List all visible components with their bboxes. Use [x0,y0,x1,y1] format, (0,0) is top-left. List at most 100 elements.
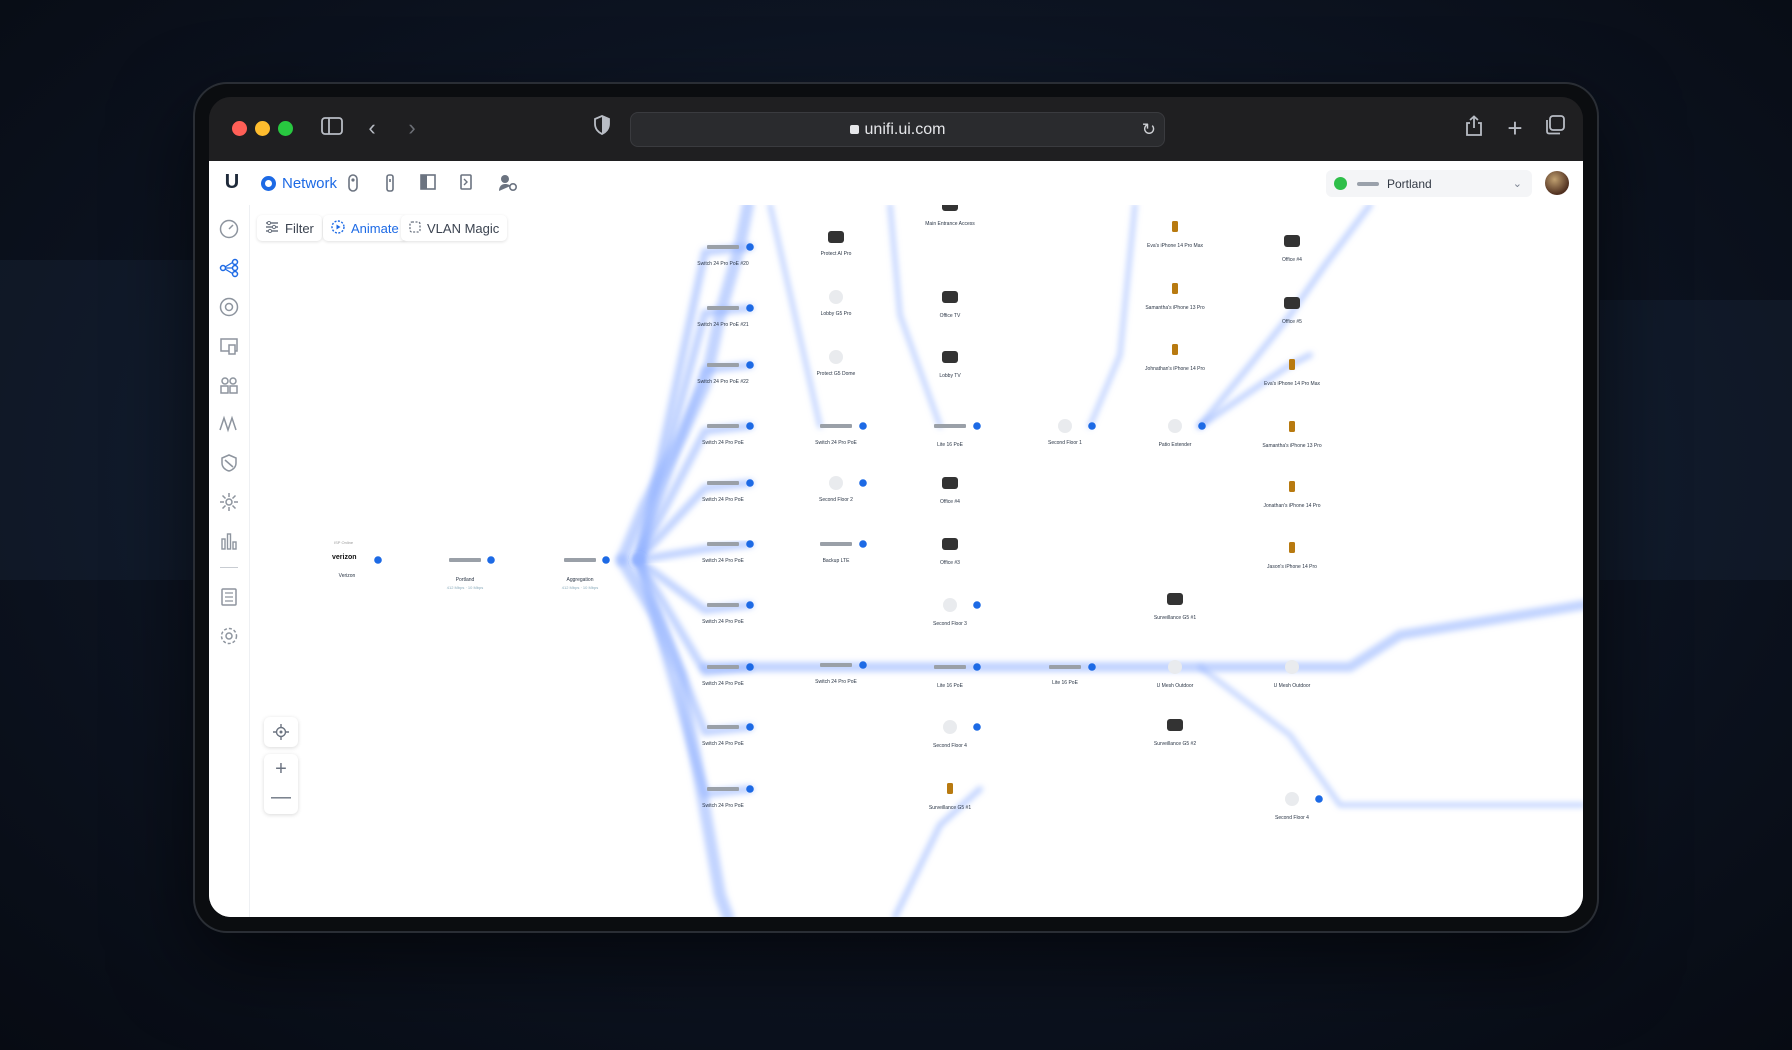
new-tab-icon[interactable]: + [1500,115,1530,141]
sidebar-toggle-icon[interactable] [317,115,347,141]
topology-link [616,554,734,917]
device-node[interactable] [707,603,739,607]
device-label: Protect AI Pro [820,251,852,257]
topology-canvas[interactable]: Verizon Portland 412 Mbps · 10 Mbps Aggrega… [250,205,1583,917]
device-node[interactable] [943,598,957,612]
tab-overview-icon[interactable] [1540,115,1570,141]
device-node[interactable] [1285,660,1299,674]
device-label: Switch 24 Pro PoE [702,440,744,446]
address-bar[interactable]: unifi.ui.com ↻ [630,112,1165,147]
port-dot [973,723,981,731]
device-node[interactable] [707,424,739,428]
device-node[interactable] [707,787,739,791]
topology-icon[interactable] [219,258,239,278]
device-node[interactable] [943,720,957,734]
device-node[interactable] [828,231,844,243]
vlan-magic-button[interactable]: VLAN Magic [401,215,508,241]
device-node[interactable] [829,350,843,364]
privacy-shield-icon[interactable] [587,115,617,141]
network-app-tab[interactable]: Network [261,172,337,194]
unifi-logo[interactable]: U [220,170,244,194]
device-node[interactable] [942,477,958,489]
device-node[interactable] [707,481,739,485]
device-node[interactable] [934,665,966,669]
reload-icon[interactable]: ↻ [1142,113,1156,146]
device-node[interactable] [942,351,958,363]
animate-button[interactable]: Animate [323,215,407,241]
device-node[interactable] [829,290,843,304]
site-selector[interactable]: Portland ⌄ [1326,170,1532,197]
device-label: U Mesh Outdoor [1273,683,1311,689]
security-icon[interactable] [219,453,239,473]
user-settings-icon[interactable] [498,174,518,192]
device-node[interactable] [707,306,739,310]
device-node[interactable] [1167,719,1183,731]
forward-button[interactable]: › [397,115,427,141]
device-node[interactable] [820,424,852,428]
device-node[interactable] [707,665,739,669]
device-stats: 412 Mbps · 10 Mbps [561,585,599,590]
device-node[interactable] [1058,419,1072,433]
recenter-button[interactable] [264,717,298,747]
device-node[interactable] [1168,660,1182,674]
port-dot [859,422,867,430]
device-node[interactable] [1167,593,1183,605]
device-node[interactable] [1172,283,1178,294]
maximize-window-button[interactable] [278,121,293,136]
zoom-out-button[interactable]: — [264,784,298,814]
back-button[interactable]: ‹ [357,115,387,141]
insights-icon[interactable] [219,414,239,434]
device-node[interactable] [1289,359,1295,370]
share-icon[interactable] [1459,115,1489,143]
device-node[interactable] [1289,421,1295,432]
device-node[interactable] [934,424,966,428]
device-node[interactable] [1049,665,1081,669]
device-node[interactable] [707,542,739,546]
device-node[interactable] [820,663,852,667]
port-dot [1315,795,1323,803]
port-dot [973,422,981,430]
settings-icon[interactable] [219,626,239,646]
zoom-controls: + — [264,754,298,814]
device-node[interactable] [942,205,958,211]
user-avatar[interactable] [1545,171,1569,195]
protect-app-icon[interactable] [345,174,361,192]
device-node[interactable] [707,245,739,249]
device-node[interactable] [1172,221,1178,232]
devices-icon[interactable] [219,336,239,356]
zoom-in-button[interactable]: + [264,754,298,784]
device-node[interactable] [820,542,852,546]
filter-button[interactable]: Filter [257,215,322,241]
topology-graph[interactable] [250,205,1583,917]
device-node[interactable] [947,783,953,794]
clients-icon[interactable] [219,375,239,395]
device-node[interactable] [1284,235,1300,247]
device-node[interactable] [449,558,481,562]
minimize-window-button[interactable] [255,121,270,136]
connect-app-icon[interactable] [420,174,436,192]
access-app-icon[interactable] [382,174,398,192]
device-node[interactable] [942,291,958,303]
device-node[interactable] [1168,419,1182,433]
statistics-icon[interactable] [219,531,239,551]
topology-link [1087,205,1138,429]
device-node[interactable] [1172,344,1178,355]
port-dot [1088,422,1096,430]
device-node[interactable] [1289,481,1295,492]
device-node[interactable] [707,363,739,367]
device-node[interactable] [1289,542,1295,553]
port-dot [746,540,754,548]
logs-icon[interactable] [219,587,239,607]
device-label: Switch 24 Pro PoE [815,440,857,446]
talk-app-icon[interactable] [458,174,474,192]
close-window-button[interactable] [232,121,247,136]
device-node[interactable] [942,538,958,550]
client-devices-icon[interactable] [219,297,239,317]
device-node[interactable] [1285,792,1299,806]
integrations-icon[interactable] [219,492,239,512]
device-node[interactable] [829,476,843,490]
device-node[interactable] [707,725,739,729]
device-node[interactable] [564,558,596,562]
dashboard-icon[interactable] [219,219,239,239]
device-node[interactable] [1284,297,1300,309]
